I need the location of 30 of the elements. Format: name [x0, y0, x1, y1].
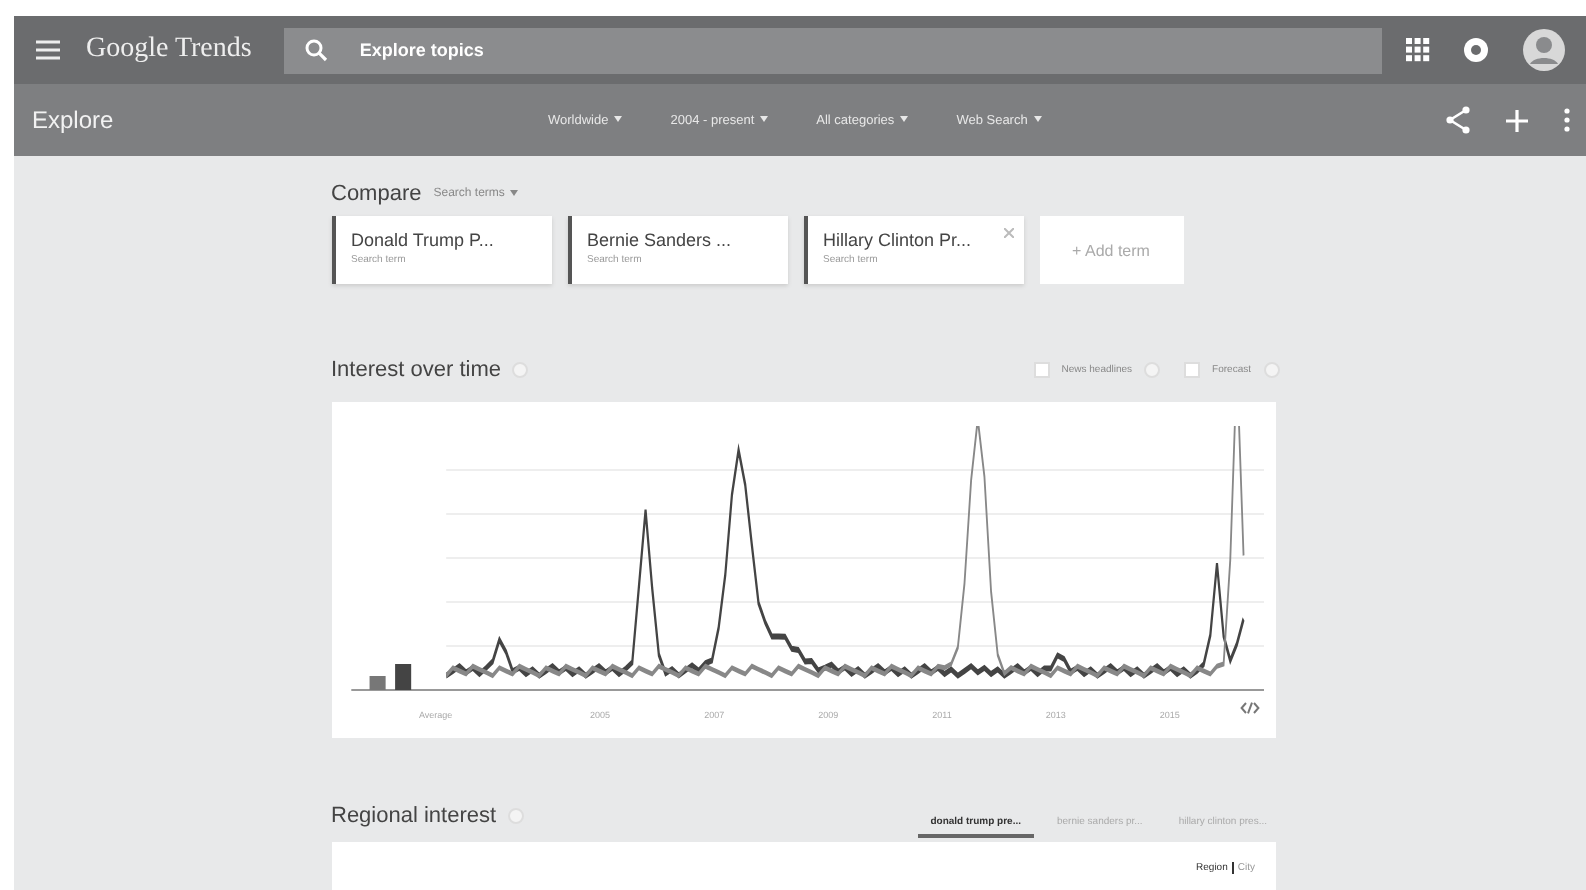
apps-grid-icon[interactable]	[1406, 38, 1430, 62]
caret-icon	[1033, 116, 1042, 123]
term-name: Bernie Sanders ...	[587, 230, 732, 250]
average-bar	[368, 676, 385, 690]
add-term-button[interactable]: + Add term	[1039, 216, 1183, 284]
section-title: Regional interest	[331, 804, 497, 828]
share-icon[interactable]	[1446, 106, 1470, 134]
add-icon[interactable]	[1506, 109, 1528, 131]
avatar-icon[interactable]	[1522, 28, 1566, 72]
section-title: Interest over time	[331, 358, 501, 382]
checkbox[interactable]	[1184, 362, 1201, 378]
menu-icon[interactable]	[34, 38, 62, 62]
term-name: Hillary Clinton Pr...	[823, 230, 972, 250]
compare-heading: Compare	[331, 182, 422, 206]
search-icon	[303, 38, 328, 62]
term-name: Donald Trump P...	[351, 230, 494, 250]
caret-icon	[900, 116, 909, 123]
more-icon[interactable]	[1564, 108, 1570, 132]
checkbox[interactable]	[1033, 362, 1050, 378]
app-logo[interactable]: Google Trends	[86, 34, 252, 66]
caret-icon	[510, 189, 519, 196]
embed-code-icon[interactable]	[1239, 702, 1259, 714]
average-bar	[394, 664, 411, 690]
page-title: Explore	[32, 106, 116, 134]
caret-icon	[614, 116, 623, 123]
caret-icon	[760, 116, 769, 123]
notification-icon[interactable]	[1462, 36, 1490, 64]
search-input[interactable]: Explore topics	[355, 38, 1362, 62]
search-field[interactable]: Explore topics	[283, 27, 1382, 73]
close-icon[interactable]	[1003, 228, 1013, 238]
